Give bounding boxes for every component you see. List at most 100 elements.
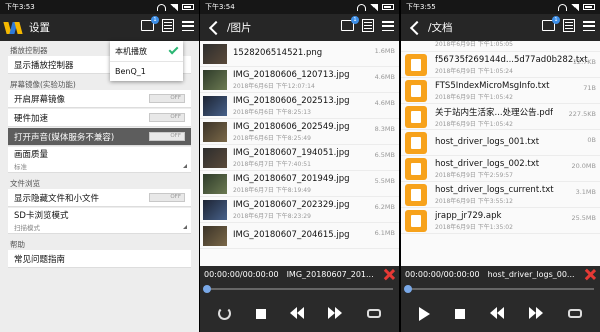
document-icon [405, 183, 427, 206]
settings-panel: 下午3:53 设置 1 本机播放 BenQ_1 播放控制器 显示播放控制器 屏幕… [0, 0, 199, 332]
file-date: 2018年6月6日 下午8:25:49 [233, 134, 311, 142]
file-row[interactable]: IMG_20180606_202549.jpg 2018年6月6日 下午8:25:… [200, 119, 399, 145]
file-row[interactable]: jrapp_jr729.apk 2018年6月9日 下午1:35:02 25.5MB [401, 208, 600, 234]
cast-icon[interactable]: 1 [141, 16, 159, 31]
app-toolbar: /图片 1 [200, 14, 399, 41]
file-date: 2018年6月9日 下午3:55:12 [435, 197, 513, 205]
file-row[interactable]: IMG_20180607_194051.jpg 2018年6月7日 下午7:40:… [200, 145, 399, 171]
signal-icon [370, 3, 378, 11]
setting-sd-mode[interactable]: SD卡浏览模式 扫描模式 [8, 208, 191, 234]
play-icon[interactable] [419, 306, 431, 321]
setting-label: 显示隐藏文件和小文件 [14, 193, 100, 204]
file-name: jrapp_jr729.apk [435, 210, 502, 221]
file-date: 2018年6月6日 下午8:25:13 [233, 108, 311, 116]
file-row[interactable]: IMG_20180606_202513.jpg 2018年6月6日 下午8:25:… [200, 93, 399, 119]
cast-icon[interactable]: 1 [341, 16, 359, 31]
file-row[interactable]: IMG_20180607_204615.jpg 6.1MB [200, 223, 399, 249]
list-view-icon[interactable] [162, 19, 174, 32]
file-size: 0B [587, 136, 596, 144]
file-name: 1528206514521.png [233, 48, 323, 58]
close-icon[interactable] [584, 268, 596, 280]
stop-icon[interactable] [255, 308, 266, 319]
popup-item-local[interactable]: 本机播放 [110, 41, 183, 61]
seek-bar[interactable] [401, 283, 600, 295]
dropdown-corner-icon [183, 164, 187, 168]
image-thumbnail [203, 69, 227, 90]
player-title: host_driver_logs_00... [487, 270, 575, 279]
menu-icon[interactable] [382, 21, 394, 31]
toggle-switch[interactable]: OFF [149, 132, 185, 141]
repeat-icon[interactable] [567, 309, 582, 318]
file-row[interactable]: IMG_20180606_120713.jpg 2018年6月6日 下午12:07… [200, 67, 399, 93]
battery-icon [583, 4, 595, 10]
file-row[interactable]: IMG_20180607_201949.jpg 2018年6月7日 下午8:19:… [200, 171, 399, 197]
file-date: 2018年6月7日 下午7:40:51 [233, 160, 311, 168]
list-view-icon[interactable] [563, 19, 575, 32]
stop-icon[interactable] [455, 308, 466, 319]
file-row[interactable]: 1528206514521.png 1.6MB [200, 41, 399, 67]
file-size: 6.5MB [374, 151, 395, 159]
file-name: IMG_20180606_202513.jpg [233, 95, 350, 106]
close-icon[interactable] [383, 268, 395, 280]
image-thumbnail [203, 173, 227, 194]
file-size: 71B [583, 84, 596, 92]
status-time: 下午3:54 [205, 3, 235, 11]
cast-icon[interactable]: 1 [542, 16, 560, 31]
fast-forward-icon[interactable] [328, 306, 343, 321]
file-date: 2018年6月9日 下午2:59:57 [435, 171, 513, 179]
file-date: 2018年6月9日 下午1:05:42 [435, 120, 513, 128]
file-name: IMG_20180607_202329.jpg [233, 199, 350, 210]
menu-icon[interactable] [583, 21, 595, 31]
file-row[interactable]: f56735f269144d...5d77ad0b282.txt 2018年6月9… [401, 52, 600, 78]
file-row[interactable]: host_driver_logs_001.txt 0B [401, 130, 600, 156]
document-icon [405, 105, 427, 128]
battery-icon [182, 4, 194, 10]
file-row[interactable]: host_driver_logs_current.txt 2018年6月9日 下午… [401, 182, 600, 208]
wifi-icon [357, 3, 366, 11]
back-arrow-icon[interactable] [208, 20, 224, 35]
setting-label: 显示播放控制器 [14, 60, 74, 71]
folder-path: /图片 [227, 22, 252, 34]
fast-forward-icon[interactable] [528, 306, 543, 321]
file-name: host_driver_logs_002.txt [435, 158, 540, 169]
image-thumbnail [203, 95, 227, 116]
setting-hw-accel: 硬件加速 OFF [8, 109, 191, 127]
setting-faq[interactable]: 常见问题指南 [8, 250, 191, 268]
toggle-switch[interactable]: OFF [149, 193, 185, 202]
file-row[interactable]: FTS5IndexMicroMsgInfo.txt 2018年6月9日 下午1:0… [401, 78, 600, 104]
file-name: IMG_20180606_202549.jpg [233, 121, 350, 132]
section-label: 文件浏览 [10, 179, 40, 188]
toggle-switch[interactable]: OFF [149, 94, 185, 103]
seek-knob[interactable] [203, 285, 211, 293]
back-arrow-icon[interactable] [409, 20, 425, 35]
seek-knob[interactable] [404, 285, 412, 293]
file-date: 2018年6月7日 下午8:19:49 [233, 186, 311, 194]
file-size: 1.6MB [374, 47, 395, 55]
setting-value: 标准 [14, 163, 27, 171]
list-view-icon[interactable] [362, 19, 374, 32]
file-date: 2018年6月9日 下午1:05:24 [435, 67, 513, 75]
file-size: 6.2MB [374, 203, 395, 211]
rewind-icon[interactable] [289, 306, 304, 321]
popup-item-benq[interactable]: BenQ_1 [110, 61, 183, 81]
file-list: 1528206514521.png 1.6MB IMG_20180606_1207… [200, 41, 399, 249]
file-row[interactable]: 关于站内生活家...处理公告.pdf 2018年6月9日 下午1:05:42 227… [401, 104, 600, 130]
file-name: IMG_20180606_120713.jpg [233, 69, 350, 80]
file-size: 227.5KB [568, 110, 596, 118]
file-row[interactable]: host_driver_logs_002.txt 2018年6月9日 下午2:59… [401, 156, 600, 182]
file-row[interactable]: IMG_20180607_202329.jpg 2018年6月7日 下午8:23:… [200, 197, 399, 223]
player-title: IMG_20180607_201... [286, 270, 374, 279]
menu-icon[interactable] [182, 21, 194, 31]
toggle-switch[interactable]: OFF [149, 113, 185, 122]
mini-player: 00:00:00/00:00:00 IMG_20180607_201... [200, 266, 399, 332]
setting-quality[interactable]: 画面质量 标准 [8, 147, 191, 173]
rotate-icon[interactable] [218, 307, 232, 320]
repeat-icon[interactable] [366, 309, 381, 318]
seek-bar[interactable] [200, 283, 399, 295]
battery-icon [382, 4, 394, 10]
file-size: 3.1MB [575, 188, 596, 196]
rewind-icon[interactable] [489, 306, 504, 321]
file-size: 20.0MB [571, 162, 596, 170]
file-name: f56735f269144d...5d77ad0b282.txt [435, 54, 588, 65]
file-row[interactable]: 2018年6月9日 下午1:05:05 [401, 34, 600, 52]
